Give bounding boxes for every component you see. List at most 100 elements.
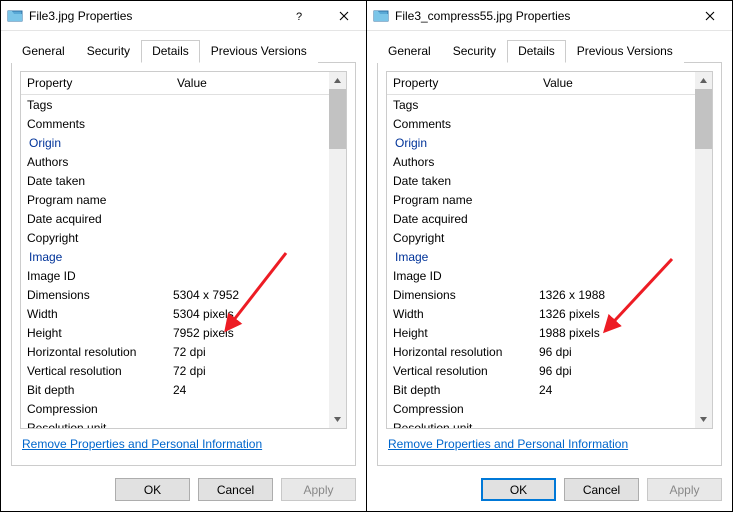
ok-button[interactable]: OK (481, 478, 556, 501)
scroll-thumb[interactable] (695, 89, 712, 149)
tab-bar: GeneralSecurityDetailsPrevious Versions (1, 31, 366, 62)
tab-previous-versions[interactable]: Previous Versions (566, 40, 684, 63)
cancel-button[interactable]: Cancel (198, 478, 273, 501)
property-value: 7952 pixels (171, 325, 329, 341)
property-row[interactable]: Tags (21, 95, 329, 114)
button-row: OK Cancel Apply (367, 472, 732, 511)
scroll-thumb[interactable] (329, 89, 346, 149)
apply-button[interactable]: Apply (647, 478, 722, 501)
property-name: Vertical resolution (387, 363, 537, 379)
property-name: Width (387, 306, 537, 322)
property-name: Horizontal resolution (21, 344, 171, 360)
close-button[interactable] (687, 1, 732, 30)
property-row[interactable]: Compression (21, 399, 329, 418)
property-row[interactable]: Width1326 pixels (387, 304, 695, 323)
property-name: Program name (387, 192, 537, 208)
tab-details[interactable]: Details (507, 40, 566, 63)
property-name: Comments (21, 116, 171, 132)
property-value (537, 173, 695, 189)
grid-body[interactable]: TagsCommentsOriginAuthorsDate takenProgr… (21, 95, 329, 428)
property-row[interactable]: Vertical resolution96 dpi (387, 361, 695, 380)
property-name: Resolution unit (387, 420, 537, 428)
property-value: 96 dpi (537, 363, 695, 379)
tab-general[interactable]: General (377, 40, 442, 63)
help-button[interactable]: ? (276, 1, 321, 30)
scrollbar[interactable] (329, 72, 346, 428)
tab-security[interactable]: Security (76, 40, 141, 63)
property-value (171, 420, 329, 428)
scroll-up-button[interactable] (329, 72, 346, 89)
property-name: Compression (387, 401, 537, 417)
property-row[interactable]: Resolution unit (387, 418, 695, 428)
col-value[interactable]: Value (171, 72, 329, 94)
scroll-track[interactable] (695, 89, 712, 411)
property-name: Tags (21, 97, 171, 113)
property-row[interactable]: Comments (387, 114, 695, 133)
tab-general[interactable]: General (11, 40, 76, 63)
col-property[interactable]: Property (387, 72, 537, 94)
col-value[interactable]: Value (537, 72, 695, 94)
property-row[interactable]: Date acquired (387, 209, 695, 228)
property-value (537, 192, 695, 208)
property-row[interactable]: Vertical resolution72 dpi (21, 361, 329, 380)
apply-button[interactable]: Apply (281, 478, 356, 501)
property-row[interactable]: Compression (387, 399, 695, 418)
property-row[interactable]: Program name (21, 190, 329, 209)
tab-security[interactable]: Security (442, 40, 507, 63)
property-row[interactable]: Copyright (387, 228, 695, 247)
property-value: 1326 x 1988 (537, 287, 695, 303)
property-row[interactable]: Height1988 pixels (387, 323, 695, 342)
property-value: 96 dpi (537, 344, 695, 360)
property-row[interactable]: Date taken (387, 171, 695, 190)
col-property[interactable]: Property (21, 72, 171, 94)
details-grid: PropertyValueTagsCommentsOriginAuthorsDa… (20, 71, 347, 429)
property-row[interactable]: Bit depth24 (21, 380, 329, 399)
property-value (537, 116, 695, 132)
remove-properties-link[interactable]: Remove Properties and Personal Informati… (22, 437, 262, 451)
cancel-button[interactable]: Cancel (564, 478, 639, 501)
grid-body[interactable]: TagsCommentsOriginAuthorsDate taken Progr… (387, 95, 695, 428)
property-value (171, 268, 329, 284)
property-row[interactable]: Bit depth24 (387, 380, 695, 399)
section-header: Origin (387, 133, 695, 152)
property-row[interactable]: Date taken (21, 171, 329, 190)
property-name: Copyright (21, 230, 171, 246)
tab-details[interactable]: Details (141, 40, 200, 63)
scroll-down-button[interactable] (695, 411, 712, 428)
scrollbar[interactable] (695, 72, 712, 428)
property-row[interactable]: Tags (387, 95, 695, 114)
file-icon (7, 8, 23, 24)
property-name: Dimensions (21, 287, 171, 303)
property-row[interactable]: Dimensions5304 x 7952 (21, 285, 329, 304)
property-value (537, 211, 695, 227)
scroll-up-button[interactable] (695, 72, 712, 89)
property-row[interactable]: Width5304 pixels (21, 304, 329, 323)
scroll-track[interactable] (329, 89, 346, 411)
property-name: Compression (21, 401, 171, 417)
property-row[interactable]: Image ID (387, 266, 695, 285)
property-value: 1988 pixels (537, 325, 695, 341)
property-value (171, 116, 329, 132)
scroll-down-button[interactable] (329, 411, 346, 428)
property-row[interactable]: Program name (387, 190, 695, 209)
property-row[interactable]: Authors (21, 152, 329, 171)
close-button[interactable] (321, 1, 366, 30)
property-row[interactable]: Horizontal resolution72 dpi (21, 342, 329, 361)
property-row[interactable]: Copyright (21, 228, 329, 247)
property-row[interactable]: Authors (387, 152, 695, 171)
property-value (171, 401, 329, 417)
property-row[interactable]: Dimensions1326 x 1988 (387, 285, 695, 304)
property-row[interactable]: Horizontal resolution96 dpi (387, 342, 695, 361)
remove-properties-link[interactable]: Remove Properties and Personal Informati… (388, 437, 628, 451)
property-row[interactable]: Resolution unit (21, 418, 329, 428)
property-row[interactable]: Comments (21, 114, 329, 133)
property-name: Bit depth (21, 382, 171, 398)
ok-button[interactable]: OK (115, 478, 190, 501)
property-value (171, 173, 329, 189)
tab-previous-versions[interactable]: Previous Versions (200, 40, 318, 63)
property-name: Width (21, 306, 171, 322)
property-row[interactable]: Height7952 pixels (21, 323, 329, 342)
property-row[interactable]: Date acquired (21, 209, 329, 228)
property-name: Tags (387, 97, 537, 113)
property-row[interactable]: Image ID (21, 266, 329, 285)
